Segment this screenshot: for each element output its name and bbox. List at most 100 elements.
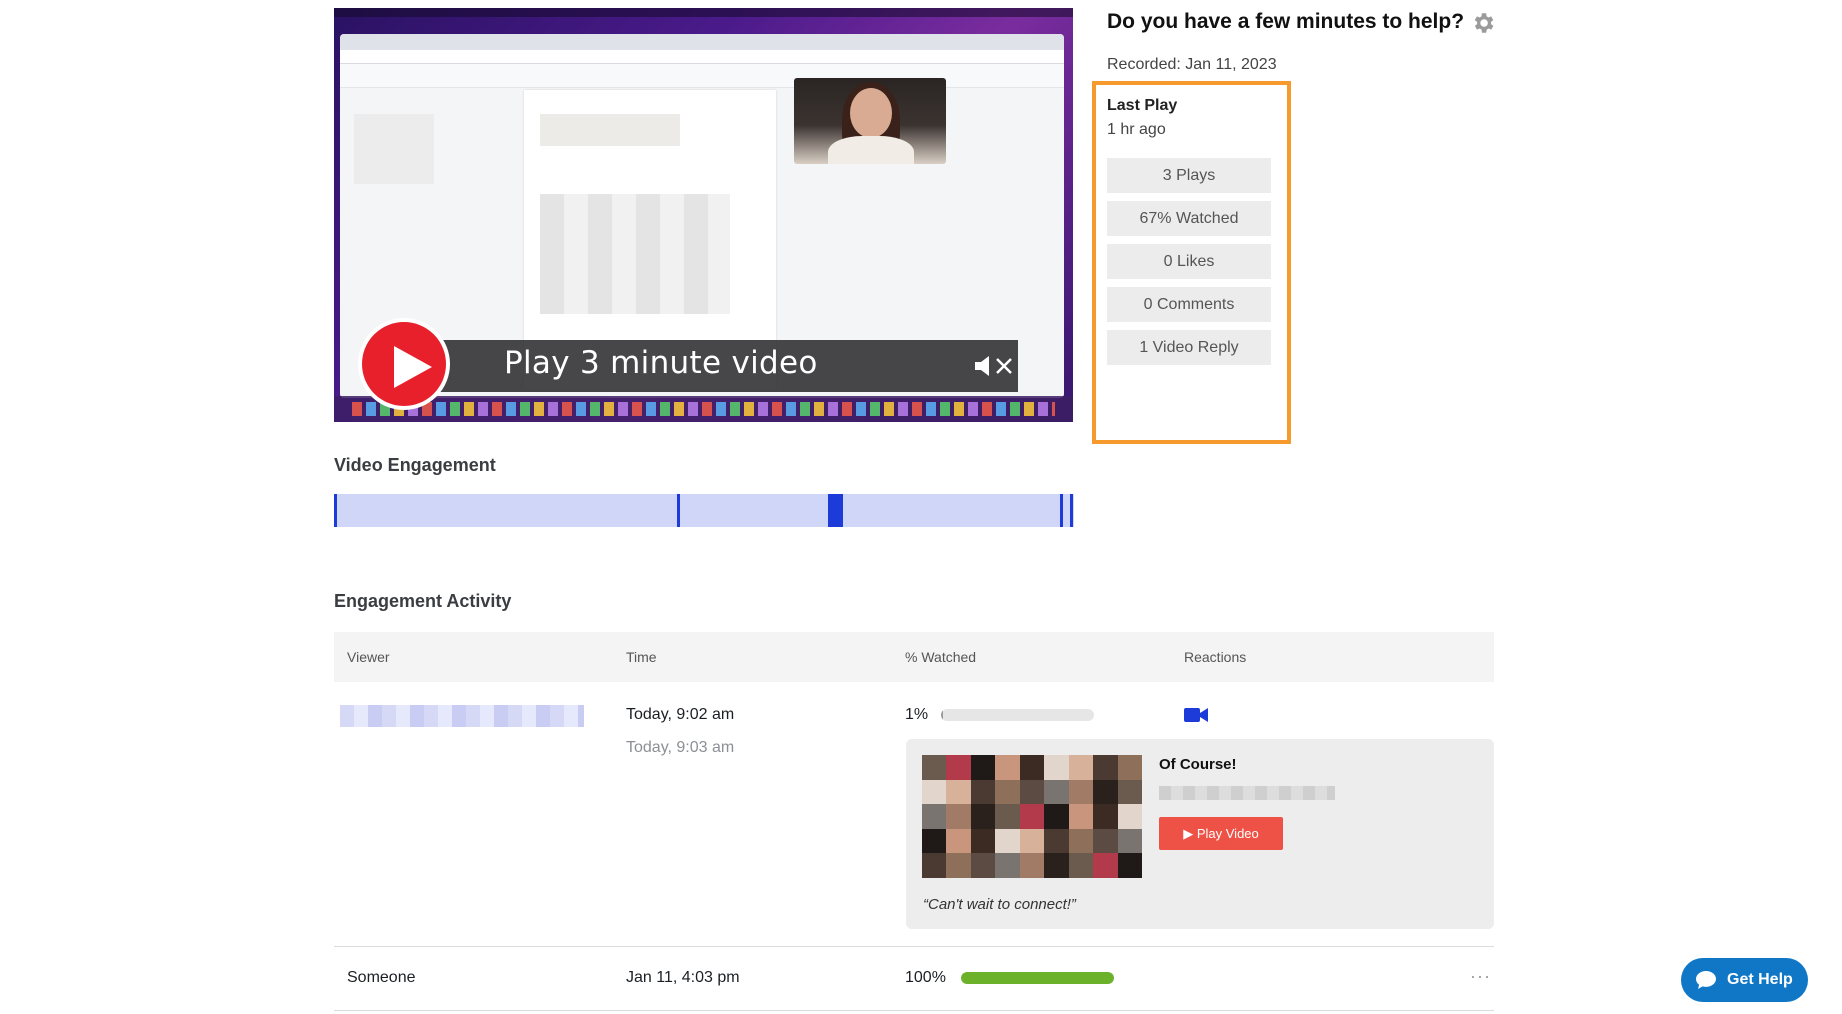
column-header-reactions: Reactions [1184,649,1247,665]
get-help-label: Get Help [1727,971,1793,988]
row2-watched: 100% [905,969,946,986]
reply-title: Of Course! [1159,756,1237,773]
thumbnail-pixel [995,853,1020,878]
engagement-marker [828,494,843,527]
thumbnail-pixel [1019,779,1045,805]
get-help-button[interactable]: Get Help [1681,958,1808,1002]
video-blurred-text [540,194,730,314]
thumbnail-pixel [1019,755,1045,780]
thumbnail-pixel [1093,804,1118,829]
webcam-face [850,88,892,138]
reply-subtitle-blurred [1159,786,1335,800]
thumbnail-pixel [946,779,971,805]
engagement-marker [334,494,337,527]
thumbnail-pixel [970,804,996,829]
thumbnail-pixel [1019,853,1045,878]
thumbnail-pixel [946,828,971,854]
row1-watched: 1% [905,706,929,723]
thumbnail-pixel [1044,779,1069,805]
thumbnail-pixel [970,779,996,805]
thumbnail-pixel [1068,755,1094,780]
thumbnail-pixel [1068,779,1094,805]
stat-likes: 0 Likes [1107,244,1271,279]
stat-watched: 67% Watched [1107,201,1271,236]
video-doc-toolbar [340,64,1064,88]
row-divider [334,1010,1494,1011]
thumbnail-pixel [1093,828,1118,854]
last-play-value: 1 hr ago [1107,121,1166,138]
thumbnail-pixel [1068,828,1094,854]
video-menubar [334,8,1073,17]
thumbnail-pixel [970,828,996,854]
gear-icon[interactable] [1470,10,1496,36]
video-title: Do you have a few minutes to help? [1107,10,1465,33]
engagement-marker [1060,494,1063,527]
engagement-heatmap-bar [334,494,1074,527]
video-browser-tabs [340,34,1064,50]
video-engagement-title: Video Engagement [334,455,496,475]
viewer-name-blurred [340,705,584,727]
video-player[interactable]: Play 3 minute video [334,8,1073,422]
engagement-marker [1070,494,1073,527]
thumbnail-pixel [922,853,947,878]
thumbnail-pixel [922,755,947,780]
thumbnail-pixel [995,828,1020,854]
play-icon [394,346,432,388]
row-divider [334,946,1494,947]
thumbnail-pixel [1044,755,1069,780]
thumbnail-pixel [1019,804,1045,829]
video-blurred-heading [540,114,680,146]
more-options-icon[interactable]: ··· [1470,966,1491,987]
thumbnail-pixel [1117,828,1142,854]
last-play-label: Last Play [1107,97,1178,114]
thumbnail-pixel [922,804,947,829]
play-button[interactable] [358,318,450,410]
row1-time-secondary: Today, 9:03 am [626,739,735,756]
thumbnail-pixel [1093,779,1118,805]
video-reply-thumbnail[interactable] [922,755,1142,878]
thumbnail-pixel [1068,804,1094,829]
row2-time: Jan 11, 4:03 pm [626,969,740,986]
thumbnail-pixel [970,853,996,878]
thumbnail-pixel [1093,755,1118,780]
column-header-time: Time [626,649,657,665]
stat-video-replies: 1 Video Reply [1107,330,1271,365]
thumbnail-pixel [995,804,1020,829]
row2-viewer: Someone [347,969,416,986]
thumbnail-pixel [1117,755,1142,780]
thumbnail-pixel [1019,828,1045,854]
thumbnail-pixel [1068,853,1094,878]
thumbnail-pixel [970,755,996,780]
thumbnail-pixel [1044,853,1069,878]
column-header-viewer: Viewer [347,649,390,665]
row2-watched-progress [961,972,1114,984]
webcam-shirt [828,136,914,164]
row1-time: Today, 9:02 am [626,706,735,723]
thumbnail-pixel [1044,828,1069,854]
thumbnail-pixel [1117,779,1142,805]
thumbnail-pixel [1093,853,1118,878]
stat-comments: 0 Comments [1107,287,1271,322]
video-blurred-outline [354,114,434,184]
video-dock [334,396,1073,422]
mute-icon[interactable] [973,354,1017,378]
row2-watched-fill [961,972,1114,984]
row1-watched-progress [941,709,1094,721]
video-browser-url [340,50,1064,64]
recorded-date: Recorded: Jan 11, 2023 [1107,56,1277,73]
stat-plays: 3 Plays [1107,158,1271,193]
thumbnail-pixel [946,804,971,829]
thumbnail-pixel [946,755,971,780]
engagement-activity-title: Engagement Activity [334,591,512,611]
thumbnail-pixel [995,755,1020,780]
thumbnail-pixel [1117,804,1142,829]
column-header-watched: % Watched [905,649,977,665]
thumbnail-pixel [1117,853,1142,878]
thumbnail-pixel [946,853,971,878]
video-webcam-bubble [794,78,946,164]
video-dock-icons [352,402,1055,416]
row1-watched-fill [941,709,944,721]
video-reaction-icon[interactable] [1184,707,1208,723]
play-video-button[interactable]: ▶ Play Video [1159,817,1283,850]
thumbnail-pixel [995,779,1020,805]
